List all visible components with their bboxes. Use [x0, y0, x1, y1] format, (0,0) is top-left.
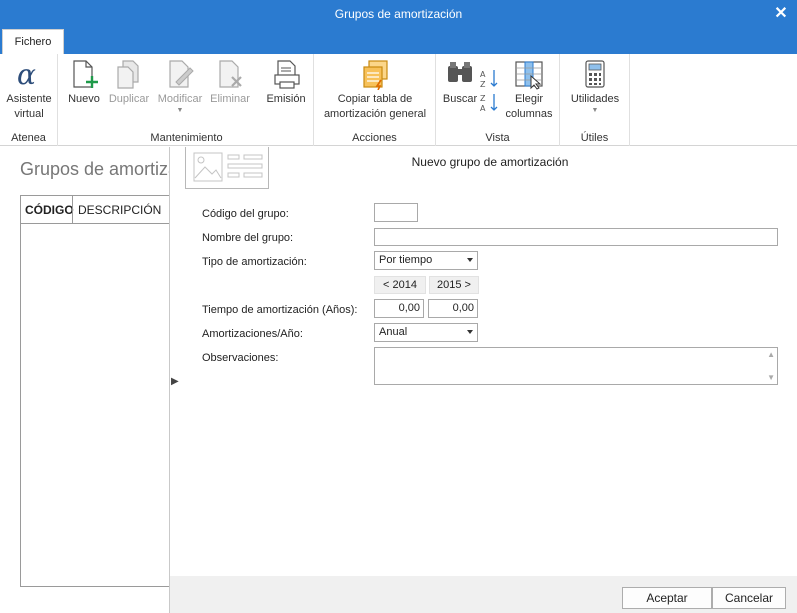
tiempo-field-1[interactable]: 0,00 — [374, 299, 424, 318]
codigo-field[interactable] — [374, 203, 418, 222]
utilidades-label: Utilidades — [570, 93, 620, 105]
elegir-label-1: Elegir — [514, 93, 544, 105]
amortizaciones-value: Anual — [379, 326, 408, 338]
nuevo-button[interactable]: Nuevo — [64, 58, 104, 107]
elegir-columnas-button[interactable]: Elegir columnas — [504, 58, 554, 122]
grid-header: CÓDIGO DESCRIPCIÓN — [21, 196, 170, 224]
dialog-footer: Aceptar Cancelar — [170, 576, 797, 613]
ribbon-group-acciones: Copiar tabla de amortización general Acc… — [314, 54, 436, 146]
chevron-down-icon — [467, 258, 473, 262]
copy-table-icon — [363, 60, 388, 90]
ribbon-group-mantenimiento: Nuevo Duplicar Modificar ▼ Eliminar Emis… — [60, 54, 314, 146]
expand-chevron-icon[interactable]: ▶ — [171, 376, 179, 387]
window-title: Grupos de amortización — [334, 7, 463, 21]
codigo-label: Código del grupo: — [202, 208, 289, 220]
ribbon-group-vista: Buscar A Z Z A Elegir columnas Vista — [436, 54, 560, 146]
sort-za-icon: Z A — [480, 94, 498, 113]
nuevo-label: Nuevo — [68, 93, 100, 105]
asistente-virtual-button[interactable]: α Asistente virtual — [4, 58, 54, 122]
sort-ascending-button[interactable]: A Z — [480, 68, 500, 93]
ribbon-group-atenea: α Asistente virtual Atenea — [0, 54, 58, 146]
calculator-icon — [585, 60, 605, 88]
eliminar-button[interactable]: Eliminar — [208, 58, 252, 107]
nombre-label: Nombre del grupo: — [202, 232, 294, 244]
tab-fichero[interactable]: Fichero — [2, 29, 64, 54]
tipo-label: Tipo de amortización: — [202, 256, 307, 268]
delete-document-icon — [219, 60, 242, 88]
asistente-label-2: virtual — [14, 108, 44, 120]
image-placeholder — [185, 147, 269, 189]
svg-text:A: A — [480, 104, 486, 112]
modificar-label: Modificar — [157, 93, 203, 105]
dialog-title: Nuevo grupo de amortización — [411, 155, 569, 169]
modificar-button[interactable]: Modificar ▼ — [154, 58, 206, 115]
observaciones-textarea[interactable]: ▲ ▼ — [374, 347, 778, 385]
columns-icon — [515, 61, 543, 90]
tipo-select[interactable]: Por tiempo — [374, 251, 478, 270]
group-label-utiles: Útiles — [580, 132, 609, 144]
utilidades-dropdown-icon: ▼ — [591, 107, 599, 114]
column-divider[interactable] — [72, 196, 73, 224]
nombre-field[interactable] — [374, 228, 778, 246]
duplicate-icon — [117, 60, 139, 89]
cancel-button[interactable]: Cancelar — [712, 587, 786, 609]
list-pane: Grupos de amortización CÓDIGO DESCRIPCIÓ… — [0, 147, 170, 613]
tiempo-field-2[interactable]: 0,00 — [428, 299, 478, 318]
elegir-label-2: columnas — [505, 108, 553, 120]
duplicar-button[interactable]: Duplicar — [104, 58, 154, 107]
asistente-label-1: Asistente — [6, 93, 52, 105]
alpha-icon: α — [17, 58, 36, 90]
scroll-down-icon[interactable]: ▼ — [767, 373, 775, 382]
emision-button[interactable]: Emisión — [262, 58, 310, 107]
emision-label: Emisión — [266, 93, 306, 105]
duplicar-label: Duplicar — [108, 93, 150, 105]
observaciones-label: Observaciones: — [202, 352, 279, 364]
svg-text:α: α — [17, 58, 36, 90]
scroll-up-icon[interactable]: ▲ — [767, 350, 775, 359]
group-label-mantenimiento: Mantenimiento — [150, 132, 223, 144]
utilidades-button[interactable]: Utilidades ▼ — [564, 58, 626, 115]
svg-text:A: A — [480, 70, 486, 79]
copiar-tabla-button[interactable]: Copiar tabla de amortización general — [316, 58, 434, 122]
copiar-label-2: amortización general — [323, 108, 427, 120]
next-year-button[interactable]: 2015 > — [429, 276, 479, 294]
svg-text:Z: Z — [480, 80, 486, 88]
new-group-panel: ▶ Nuevo grupo de amortización Código del… — [169, 147, 797, 613]
group-label-vista: Vista — [485, 132, 510, 144]
list-title: Grupos de amortización — [20, 159, 170, 179]
groups-grid[interactable]: CÓDIGO DESCRIPCIÓN — [20, 195, 170, 587]
previous-year-button[interactable]: < 2014 — [374, 276, 426, 294]
new-document-icon — [73, 60, 98, 88]
buscar-button[interactable]: Buscar — [440, 58, 480, 107]
close-icon[interactable]: ✕ — [773, 3, 789, 23]
modificar-dropdown-icon: ▼ — [176, 107, 184, 114]
edit-document-icon — [169, 60, 194, 88]
sort-az-icon: A Z — [480, 70, 498, 89]
group-label-atenea: Atenea — [11, 132, 46, 144]
ribbon-group-utiles: Utilidades ▼ Útiles — [560, 54, 630, 146]
sort-descending-button[interactable]: Z A — [480, 92, 500, 117]
group-label-acciones: Acciones — [352, 132, 397, 144]
amortizaciones-label: Amortizaciones/Año: — [202, 328, 303, 340]
ribbon-tab-strip: Fichero — [0, 29, 797, 54]
svg-text:Z: Z — [480, 94, 486, 103]
copiar-label-1: Copiar tabla de — [337, 93, 413, 105]
title-bar: Grupos de amortización ✕ — [0, 0, 797, 29]
column-header-codigo[interactable]: CÓDIGO — [25, 203, 74, 217]
buscar-label: Buscar — [442, 93, 478, 105]
tipo-value: Por tiempo — [379, 254, 433, 266]
accept-button[interactable]: Aceptar — [622, 587, 712, 609]
print-icon — [274, 60, 300, 89]
eliminar-label: Eliminar — [210, 93, 250, 105]
chevron-down-icon — [467, 330, 473, 334]
image-form-icon — [193, 152, 263, 182]
amortizaciones-select[interactable]: Anual — [374, 323, 478, 342]
ribbon: α Asistente virtual Atenea Nuevo Duplica… — [0, 54, 797, 146]
column-header-descripcion[interactable]: DESCRIPCIÓN — [78, 203, 161, 217]
binoculars-icon — [448, 62, 472, 82]
tiempo-label: Tiempo de amortización (Años): — [202, 304, 358, 316]
